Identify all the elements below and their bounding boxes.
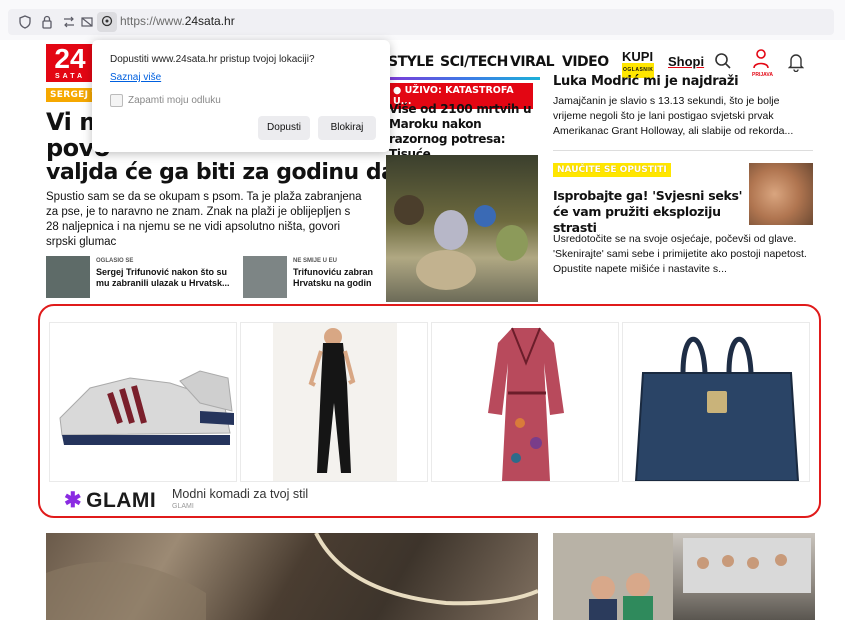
popup-message: Dopustiti www.24sata.hr pristup tvojoj l… — [110, 54, 315, 65]
location-permission-button[interactable] — [97, 12, 117, 32]
related-story-1[interactable]: OGLASIO SE Sergej Trifunović nakon što s… — [46, 256, 236, 300]
nav-style[interactable]: STYLE — [388, 54, 434, 70]
tracking-protection-icon[interactable] — [62, 15, 76, 29]
group-photo-visual — [553, 533, 811, 620]
remember-label[interactable]: Zapamti moju odluku — [128, 95, 221, 106]
location-permission-popup: Dopustiti www.24sata.hr pristup tvojoj l… — [92, 40, 390, 152]
learn-more-link[interactable]: Saznaj više — [110, 72, 161, 83]
nav-viral[interactable]: VIRAL — [510, 54, 555, 70]
shield-icon[interactable] — [18, 15, 32, 29]
nav-gradient-bar — [390, 77, 540, 80]
nav-video[interactable]: VIDEO — [562, 54, 609, 70]
location-pin-icon — [101, 15, 113, 27]
related-thumb — [46, 256, 90, 298]
remember-checkbox[interactable] — [110, 94, 123, 107]
right-story-text: Usredotočite se na svoje osjećaje, počev… — [553, 233, 807, 275]
search-icon[interactable] — [714, 52, 732, 70]
headline-line-3[interactable]: valjda će ga biti za godinu dana — [46, 160, 425, 185]
right-top-text: Jamajčanin je slavio s 13.13 sekundi, št… — [553, 95, 794, 137]
related-story-2[interactable]: NE SMIJE U EU Trifunoviću zabran Hrvatsk… — [243, 256, 373, 300]
related-thumb — [243, 256, 287, 298]
user-icon[interactable] — [752, 48, 770, 70]
shopi-link[interactable]: Shopi — [668, 54, 704, 69]
right-top-title[interactable]: Luka Modrić mi je najdraži — [553, 74, 739, 89]
ad-highlight-outline — [38, 304, 821, 518]
allow-button[interactable]: Dopusti — [258, 116, 310, 140]
cave-rope-visual — [46, 533, 538, 620]
right-story-thumb[interactable] — [749, 163, 813, 225]
url-text[interactable]: https://www.24sata.hr — [120, 14, 235, 28]
site-logo[interactable]: 24 SATA — [46, 44, 94, 82]
divider — [553, 150, 813, 151]
right-story-title[interactable]: Isprobajte ga! 'Svjesni seks' će vam pru… — [553, 188, 743, 236]
prijava-label[interactable]: PRIJAVA — [752, 72, 773, 78]
cave-story-image[interactable] — [46, 533, 538, 620]
browser-toolbar: https://www.24sata.hr — [0, 0, 845, 40]
center-headline[interactable]: Više od 2100 mrtvih u Maroku nakon razor… — [389, 102, 539, 162]
blocked-media-icon[interactable] — [80, 15, 94, 29]
center-story-image[interactable] — [386, 155, 538, 302]
story-lead: Spustio sam se da se okupam s psom. Ta j… — [46, 191, 362, 248]
bell-icon[interactable] — [788, 52, 804, 72]
nav-scitech[interactable]: SCI/TECH — [440, 54, 508, 70]
block-button[interactable]: Blokiraj — [318, 116, 376, 140]
lock-icon[interactable] — [40, 15, 54, 29]
right-story-tag[interactable]: NAUČITE SE OPUSTITI — [553, 163, 671, 177]
group-photo-image[interactable] — [553, 533, 815, 620]
